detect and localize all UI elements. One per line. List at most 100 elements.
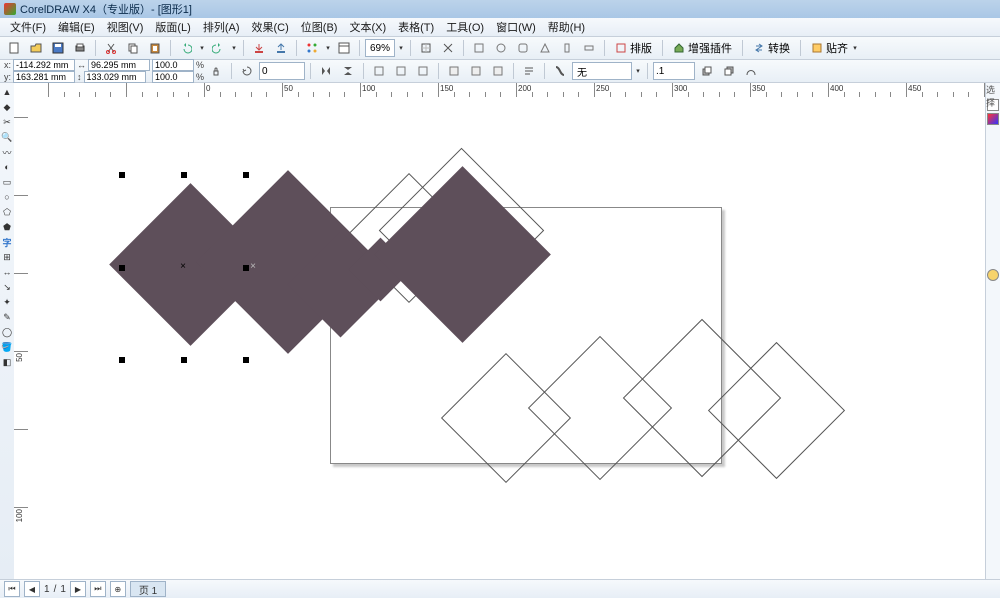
menu-text[interactable]: 文本(X) bbox=[343, 18, 392, 36]
misc-e[interactable] bbox=[467, 62, 485, 80]
menu-bar[interactable]: 文件(F) 编辑(E) 视图(V) 版面(L) 排列(A) 效果(C) 位图(B… bbox=[0, 18, 1000, 37]
mirror-v-button[interactable] bbox=[339, 62, 357, 80]
freehand-tool[interactable]: 〰 bbox=[1, 145, 13, 159]
snap-toggle[interactable] bbox=[417, 39, 435, 57]
page-tab[interactable]: 页 1 bbox=[130, 581, 166, 597]
lock-ratio-button[interactable] bbox=[207, 62, 225, 80]
misc-b[interactable] bbox=[392, 62, 410, 80]
interactive-tool[interactable]: ✦ bbox=[1, 295, 13, 309]
export-button[interactable] bbox=[272, 39, 290, 57]
menu-file[interactable]: 文件(F) bbox=[4, 18, 52, 36]
height-input[interactable] bbox=[84, 71, 146, 83]
redo-button[interactable] bbox=[209, 39, 227, 57]
rotation-input[interactable] bbox=[259, 62, 305, 80]
page-first-button[interactable]: ⏮ bbox=[4, 581, 20, 597]
paste-button[interactable] bbox=[146, 39, 164, 57]
crop-tool[interactable]: ✂ bbox=[1, 115, 13, 129]
zengqiang-button[interactable]: 增强插件 bbox=[668, 38, 737, 58]
width-input[interactable] bbox=[88, 59, 150, 71]
zoom-level-input[interactable]: 69% bbox=[365, 39, 395, 57]
print-button[interactable] bbox=[71, 39, 89, 57]
import-button[interactable] bbox=[250, 39, 268, 57]
ruler-horizontal[interactable]: 050100150200250300350400450 bbox=[28, 83, 986, 98]
x-position-input[interactable] bbox=[13, 59, 75, 71]
app-launcher-dropdown[interactable]: ▾ bbox=[324, 40, 332, 56]
zoom-tool[interactable]: 🔍 bbox=[1, 130, 13, 144]
tool-b[interactable] bbox=[492, 39, 510, 57]
undo-history-dropdown[interactable]: ▾ bbox=[198, 40, 206, 56]
canvas[interactable]: × × bbox=[28, 97, 986, 579]
tool-f[interactable] bbox=[580, 39, 598, 57]
y-position-input[interactable] bbox=[13, 71, 75, 83]
color-swatch[interactable] bbox=[987, 269, 999, 281]
menu-effects[interactable]: 效果(C) bbox=[246, 18, 295, 36]
add-page-button[interactable]: ⊕ bbox=[110, 581, 126, 597]
scale-y-input[interactable] bbox=[152, 71, 194, 83]
text-tool[interactable]: 字 bbox=[1, 235, 13, 249]
misc-c[interactable] bbox=[414, 62, 432, 80]
menu-arrange[interactable]: 排列(A) bbox=[197, 18, 246, 36]
menu-layout[interactable]: 版面(L) bbox=[149, 18, 196, 36]
new-button[interactable] bbox=[5, 39, 23, 57]
side-panel-label[interactable]: 选择 bbox=[986, 83, 998, 109]
snap-toggle-2[interactable] bbox=[439, 39, 457, 57]
page-next-button[interactable]: ▶ bbox=[70, 581, 86, 597]
misc-d[interactable] bbox=[445, 62, 463, 80]
selection-handle[interactable] bbox=[243, 172, 249, 178]
dimension-tool[interactable]: ↔ bbox=[1, 265, 13, 279]
mirror-h-button[interactable] bbox=[317, 62, 335, 80]
selection-handle[interactable] bbox=[181, 357, 187, 363]
undo-button[interactable] bbox=[177, 39, 195, 57]
interactive-fill-tool[interactable]: ◧ bbox=[1, 355, 13, 369]
save-button[interactable] bbox=[49, 39, 67, 57]
app-launcher-button[interactable] bbox=[303, 39, 321, 57]
selection-handle[interactable] bbox=[119, 265, 125, 271]
wrap-text-button[interactable] bbox=[520, 62, 538, 80]
copy-button[interactable] bbox=[124, 39, 142, 57]
zhuanhuan-button[interactable]: 转换 bbox=[748, 38, 795, 58]
tool-a[interactable] bbox=[470, 39, 488, 57]
scale-x-input[interactable] bbox=[152, 59, 194, 71]
ruler-vertical[interactable]: 50100 bbox=[14, 97, 29, 579]
ellipse-tool[interactable]: ○ bbox=[1, 190, 13, 204]
polygon-tool[interactable]: ⬠ bbox=[1, 205, 13, 219]
redo-history-dropdown[interactable]: ▾ bbox=[230, 40, 238, 56]
menu-window[interactable]: 窗口(W) bbox=[490, 18, 542, 36]
selection-handle[interactable] bbox=[119, 357, 125, 363]
ruler-origin[interactable] bbox=[14, 83, 29, 98]
page-last-button[interactable]: ⏭ bbox=[90, 581, 106, 597]
menu-bitmap[interactable]: 位图(B) bbox=[295, 18, 344, 36]
menu-table[interactable]: 表格(T) bbox=[392, 18, 440, 36]
menu-tools[interactable]: 工具(O) bbox=[440, 18, 490, 36]
convert-curves-button[interactable] bbox=[742, 62, 760, 80]
smart-fill-tool[interactable]: ◐ bbox=[1, 160, 13, 174]
tiepai-button[interactable]: 贴齐▾ bbox=[806, 38, 864, 58]
menu-view[interactable]: 视图(V) bbox=[101, 18, 150, 36]
pick-tool[interactable]: ▲ bbox=[1, 85, 13, 99]
shape-tool[interactable]: ◆ bbox=[1, 100, 13, 114]
selection-handle[interactable] bbox=[119, 172, 125, 178]
outline-width-input[interactable]: 无 bbox=[572, 62, 632, 80]
paiban-button[interactable]: 排版 bbox=[610, 38, 657, 58]
fill-tool[interactable]: 🪣 bbox=[1, 340, 13, 354]
to-back-button[interactable] bbox=[720, 62, 738, 80]
tool-c[interactable] bbox=[514, 39, 532, 57]
connector-tool[interactable]: ↘ bbox=[1, 280, 13, 294]
outline-dropdown[interactable]: ▾ bbox=[634, 63, 642, 79]
rectangle-tool[interactable]: ▭ bbox=[1, 175, 13, 189]
menu-edit[interactable]: 编辑(E) bbox=[52, 18, 101, 36]
menu-help[interactable]: 帮助(H) bbox=[542, 18, 591, 36]
to-front-button[interactable] bbox=[698, 62, 716, 80]
eyedropper-tool[interactable]: ✎ bbox=[1, 310, 13, 324]
tool-e[interactable] bbox=[558, 39, 576, 57]
misc-f[interactable] bbox=[489, 62, 507, 80]
open-button[interactable] bbox=[27, 39, 45, 57]
page-prev-button[interactable]: ◀ bbox=[24, 581, 40, 597]
table-tool[interactable]: ⊞ bbox=[1, 250, 13, 264]
nudge-input[interactable] bbox=[653, 62, 695, 80]
misc-a[interactable] bbox=[370, 62, 388, 80]
basic-shapes-tool[interactable]: ⬟ bbox=[1, 220, 13, 234]
selection-center[interactable]: × bbox=[179, 263, 187, 271]
tool-d[interactable] bbox=[536, 39, 554, 57]
zoom-dropdown[interactable]: ▾ bbox=[397, 40, 405, 56]
